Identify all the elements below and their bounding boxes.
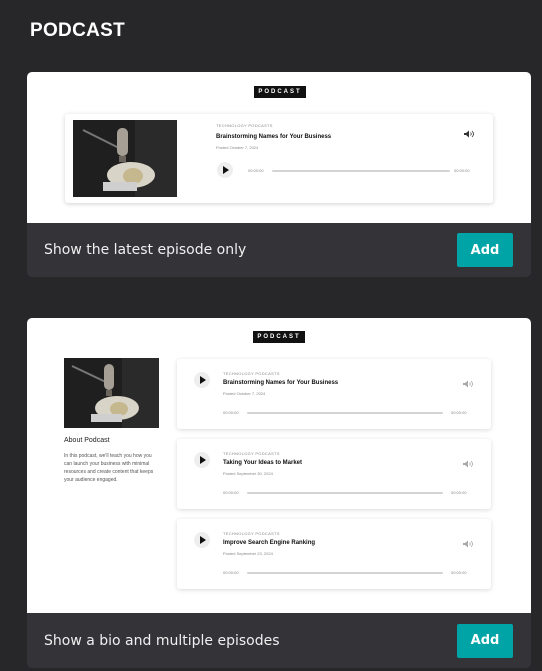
- duration: 00:00:00: [451, 490, 467, 495]
- progress-track[interactable]: [247, 572, 443, 574]
- episode-date: Posted September 30, 2024: [223, 471, 273, 476]
- episode-category: TECHNOLOGY PODCASTS: [216, 123, 273, 128]
- add-button[interactable]: Add: [457, 623, 513, 658]
- option-label: Show the latest episode only: [44, 242, 247, 258]
- panel-title: PODCAST: [30, 20, 125, 41]
- option-footer: Show a bio and multiple episodes Add: [27, 613, 531, 668]
- layout-option-bio-multiple-episodes[interactable]: PODCAST About Podcast In this podcast, w…: [27, 318, 531, 668]
- volume-icon[interactable]: [463, 460, 473, 468]
- layout-preview: PODCAST About Podcast In this podcast, w…: [27, 318, 531, 613]
- episode-date: Posted October 7, 2024: [216, 145, 259, 150]
- episode-title: Brainstorming Names for Your Business: [216, 134, 332, 140]
- play-button[interactable]: [194, 372, 210, 388]
- episode-date: Posted September 23, 2024: [223, 551, 273, 556]
- duration: 00:00:00: [451, 570, 467, 575]
- episode-title: Brainstorming Names for Your Business: [223, 380, 339, 386]
- layout-option-latest-episode[interactable]: PODCAST TECHNOLOGY PODCASTS Brainstormin…: [27, 72, 531, 277]
- bio-title: About Podcast: [64, 437, 110, 444]
- episode-title: Improve Search Engine Ranking: [223, 540, 316, 546]
- play-button[interactable]: [217, 162, 233, 178]
- podcast-microphone-image: [73, 120, 177, 197]
- current-time: 00:00:00: [248, 168, 264, 173]
- add-button[interactable]: Add: [457, 233, 513, 267]
- play-button[interactable]: [194, 452, 210, 468]
- progress-track[interactable]: [247, 492, 443, 494]
- option-footer: Show the latest episode only Add: [27, 223, 531, 277]
- current-time: 00:00:00: [223, 490, 239, 495]
- option-label: Show a bio and multiple episodes: [44, 632, 280, 649]
- current-time: 00:00:00: [223, 570, 239, 575]
- episode-card: TECHNOLOGY PODCASTS Improve Search Engin…: [177, 519, 491, 589]
- duration: 00:00:00: [451, 410, 467, 415]
- episode-card: TECHNOLOGY PODCASTS Taking Your Ideas to…: [177, 439, 491, 509]
- play-button[interactable]: [194, 532, 210, 548]
- podcast-tag: PODCAST: [254, 86, 306, 98]
- layout-preview: PODCAST TECHNOLOGY PODCASTS Brainstormin…: [27, 72, 531, 223]
- episode-player: TECHNOLOGY PODCASTS Brainstorming Names …: [65, 114, 493, 203]
- episode-card: TECHNOLOGY PODCASTS Brainstorming Names …: [177, 359, 491, 429]
- episode-date: Posted October 7, 2024: [223, 391, 266, 396]
- duration: 00:00:00: [454, 168, 470, 173]
- podcast-tag: PODCAST: [253, 331, 305, 343]
- volume-icon[interactable]: [463, 380, 473, 388]
- podcast-microphone-image: [64, 358, 159, 428]
- volume-icon[interactable]: [464, 130, 474, 138]
- volume-icon[interactable]: [463, 540, 473, 548]
- bio-text: In this podcast, we'll teach you how you…: [64, 453, 154, 483]
- progress-track[interactable]: [272, 170, 450, 172]
- current-time: 00:00:00: [223, 410, 239, 415]
- progress-track[interactable]: [247, 412, 443, 414]
- episode-category: TECHNOLOGY PODCASTS: [223, 531, 280, 536]
- episode-category: TECHNOLOGY PODCASTS: [223, 371, 280, 376]
- episode-title: Taking Your Ideas to Market: [223, 460, 303, 466]
- episode-category: TECHNOLOGY PODCASTS: [223, 451, 280, 456]
